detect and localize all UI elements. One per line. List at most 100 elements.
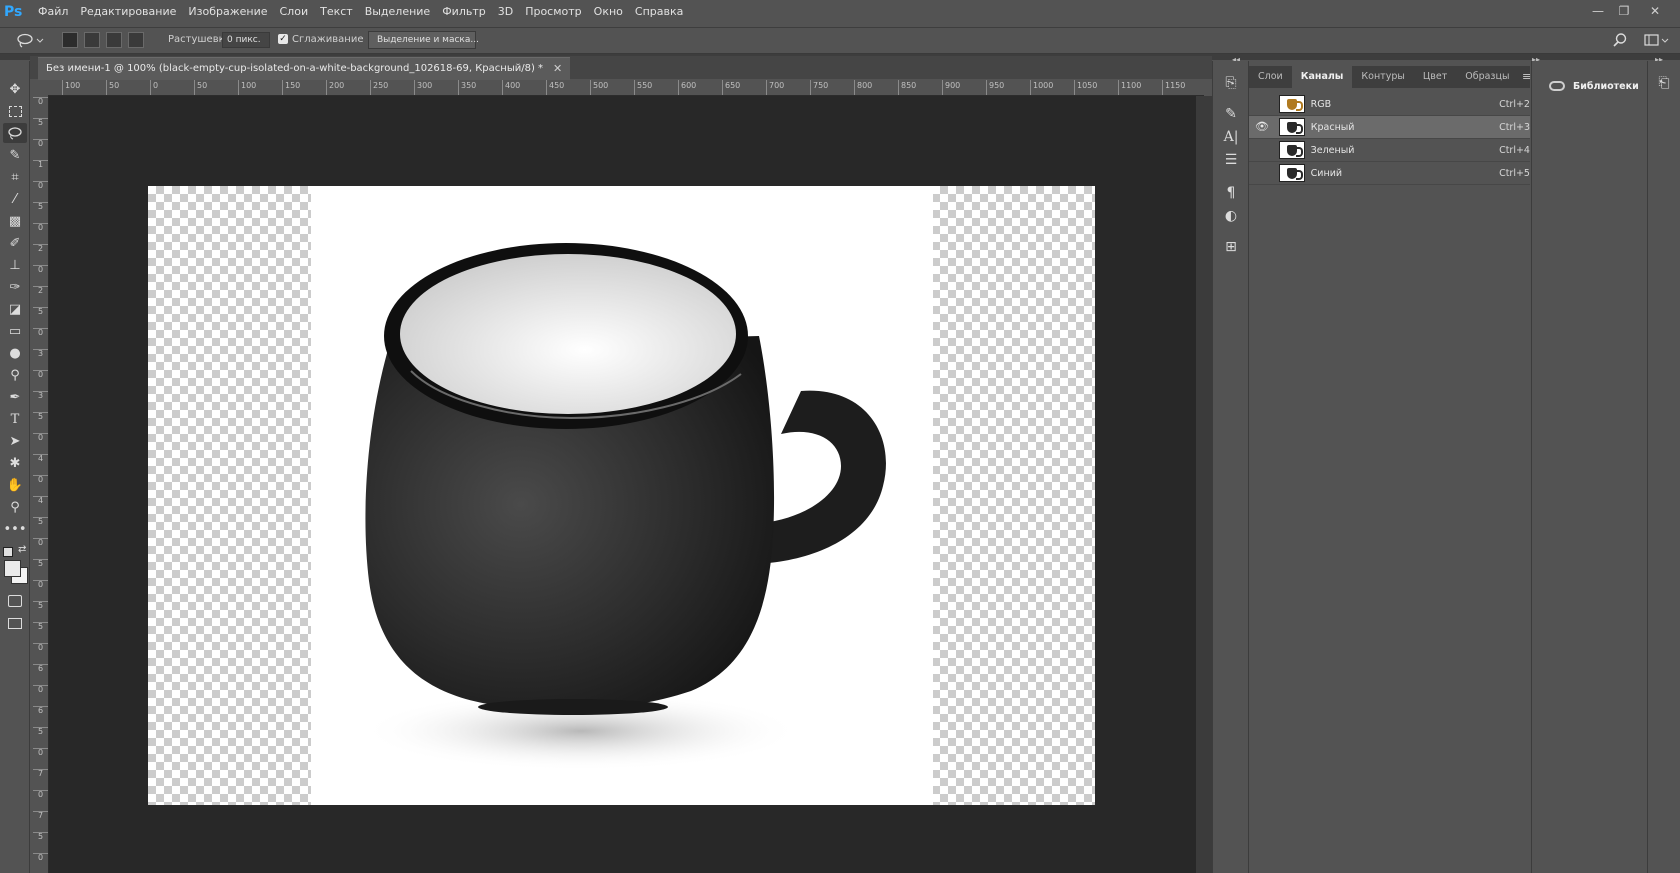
dodge-tool-icon[interactable]: ⚲ xyxy=(3,365,27,385)
pen-tool-icon[interactable]: ✒ xyxy=(3,387,27,407)
document-canvas[interactable] xyxy=(148,186,1095,805)
lasso-preset-picker[interactable] xyxy=(14,31,44,49)
channel-row-green[interactable]: Зеленый Ctrl+4 xyxy=(1249,139,1530,162)
swap-colors-icon[interactable]: ⇄ xyxy=(18,544,26,555)
ruler-tick-label: 5 xyxy=(33,832,48,841)
channel-row-red[interactable]: 👁 Красный Ctrl+3 xyxy=(1249,116,1530,139)
screen-mode-icon[interactable] xyxy=(3,613,27,633)
crop-tool-icon[interactable]: ⌗ xyxy=(3,167,27,187)
glyphs-panel-icon[interactable]: ⊞ xyxy=(1221,237,1241,257)
custom-shape-tool-icon[interactable]: ✱ xyxy=(3,453,27,473)
select-and-mask-button[interactable]: Выделение и маска... xyxy=(368,31,479,49)
channel-thumbnail xyxy=(1278,141,1305,159)
ruler-tick-label: 4 xyxy=(33,496,48,505)
menu-file[interactable]: Файл xyxy=(38,0,68,24)
tab-swatches[interactable]: Образцы xyxy=(1456,66,1518,88)
marquee-tool-icon[interactable] xyxy=(3,101,27,121)
document-tab[interactable]: Без имени-1 @ 100% (black-empty-cup-isol… xyxy=(38,57,571,80)
foreground-color-swatch[interactable] xyxy=(4,560,21,577)
ruler-tick-label: 5 xyxy=(33,118,48,127)
menu-help[interactable]: Справка xyxy=(635,0,683,24)
properties-panel-icon[interactable]: ☰ xyxy=(1221,150,1241,170)
feather-input[interactable]: 0 пикс. xyxy=(222,32,270,48)
menu-image[interactable]: Изображение xyxy=(188,0,267,24)
type-tool-icon[interactable]: T xyxy=(3,409,27,429)
ruler-origin[interactable] xyxy=(33,80,48,95)
search-icon[interactable] xyxy=(1612,32,1628,51)
hand-tool-icon[interactable]: ✋ xyxy=(3,475,27,495)
quick-mask-icon[interactable] xyxy=(3,591,27,611)
ruler-tick-label: 350 xyxy=(458,80,476,95)
ruler-tick-label: 0 xyxy=(33,223,48,232)
visibility-toggle-icon[interactable] xyxy=(1255,97,1269,111)
history-brush-tool-icon[interactable]: ✑ xyxy=(3,277,27,297)
intersect-selection-icon[interactable] xyxy=(128,32,144,48)
add-to-selection-icon[interactable] xyxy=(84,32,100,48)
libraries-panel-icon[interactable]: ⎗ xyxy=(1654,73,1674,93)
menu-filter[interactable]: Фильтр xyxy=(442,0,486,24)
vertical-ruler[interactable]: 0501050202503035040450505506065070750 xyxy=(33,95,49,873)
vertical-scrollbar[interactable] xyxy=(1196,96,1212,873)
ruler-tick-label: 300 xyxy=(414,80,432,95)
zoom-tool-icon[interactable]: ⚲ xyxy=(3,497,27,517)
menu-window[interactable]: Окно xyxy=(594,0,623,24)
ruler-tick-label: 800 xyxy=(854,80,872,95)
gradient-tool-icon[interactable]: ▭ xyxy=(3,321,27,341)
adjustments-panel-icon[interactable]: ◐ xyxy=(1221,206,1241,226)
workspace-switcher-icon[interactable] xyxy=(1644,32,1670,51)
brush-tool-icon[interactable]: ✐ xyxy=(3,233,27,253)
visibility-toggle-icon[interactable] xyxy=(1255,166,1269,180)
cup-photo xyxy=(311,186,933,805)
ruler-tick-label: 0 xyxy=(33,643,48,652)
menu-edit[interactable]: Редактирование xyxy=(80,0,176,24)
close-window-button[interactable]: ✕ xyxy=(1644,2,1666,20)
move-tool-icon[interactable]: ✥ xyxy=(3,79,27,99)
clone-stamp-tool-icon[interactable]: ⊥ xyxy=(3,255,27,275)
tab-channels[interactable]: Каналы xyxy=(1291,66,1353,88)
channel-row-rgb[interactable]: RGB Ctrl+2 xyxy=(1249,93,1530,116)
creative-cloud-icon xyxy=(1549,81,1565,91)
restore-button[interactable]: ❐ xyxy=(1613,2,1635,20)
ruler-tick-label: 0 xyxy=(33,433,48,442)
channel-shortcut: Ctrl+5 xyxy=(1499,167,1530,179)
eyedropper-tool-icon[interactable]: ⁄ xyxy=(3,189,27,209)
ruler-tick-label: 2 xyxy=(33,244,48,253)
ruler-tick-label: 1 xyxy=(33,160,48,169)
eraser-tool-icon[interactable]: ◪ xyxy=(3,299,27,319)
new-selection-icon[interactable] xyxy=(62,32,78,48)
minimize-button[interactable]: — xyxy=(1587,2,1609,20)
subtract-from-selection-icon[interactable] xyxy=(106,32,122,48)
close-document-icon[interactable]: ✕ xyxy=(553,58,562,80)
ruler-tick-label: 0 xyxy=(33,139,48,148)
ruler-tick-label: 500 xyxy=(590,80,608,95)
tab-color[interactable]: Цвет xyxy=(1414,66,1456,88)
paragraph-panel-icon[interactable]: ¶ xyxy=(1221,183,1241,203)
lasso-tool-icon[interactable] xyxy=(3,123,27,143)
menu-select[interactable]: Выделение xyxy=(365,0,431,24)
path-selection-tool-icon[interactable]: ➤ xyxy=(3,431,27,451)
menu-type[interactable]: Текст xyxy=(320,0,353,24)
menu-view[interactable]: Просмотр xyxy=(525,0,581,24)
history-panel-icon[interactable]: ⎘ xyxy=(1221,73,1241,93)
tab-paths[interactable]: Контуры xyxy=(1352,66,1413,88)
eye-icon[interactable]: 👁 xyxy=(1255,120,1269,134)
tab-layers[interactable]: Слои xyxy=(1249,66,1292,88)
ruler-tick-label: 0 xyxy=(33,538,48,547)
ruler-tick-label: 0 xyxy=(33,580,48,589)
healing-brush-tool-icon[interactable]: ▩ xyxy=(3,211,27,231)
ruler-tick-label: 750 xyxy=(810,80,828,95)
default-colors-icon[interactable] xyxy=(3,547,13,557)
menu-layer[interactable]: Слои xyxy=(280,0,309,24)
character-panel-icon[interactable]: A| xyxy=(1221,127,1241,147)
channel-row-blue[interactable]: Синий Ctrl+5 xyxy=(1249,162,1530,185)
libraries-button[interactable]: Библиотеки xyxy=(1549,76,1639,96)
antialias-checkbox[interactable]: ✓ xyxy=(278,34,288,44)
more-tools-icon[interactable]: ••• xyxy=(3,519,27,539)
menu-3d[interactable]: 3D xyxy=(498,0,513,24)
blur-tool-icon[interactable]: ● xyxy=(3,343,27,363)
quick-selection-tool-icon[interactable]: ✎ xyxy=(3,145,27,165)
panel-menu-icon[interactable]: ≡ xyxy=(1522,70,1531,83)
brush-settings-icon[interactable]: ✎ xyxy=(1221,104,1241,124)
visibility-toggle-icon[interactable] xyxy=(1255,143,1269,157)
horizontal-ruler[interactable]: 100 50 0 50 100 150 200 250 300 350 400 450 500 550 60… xyxy=(48,80,1204,96)
